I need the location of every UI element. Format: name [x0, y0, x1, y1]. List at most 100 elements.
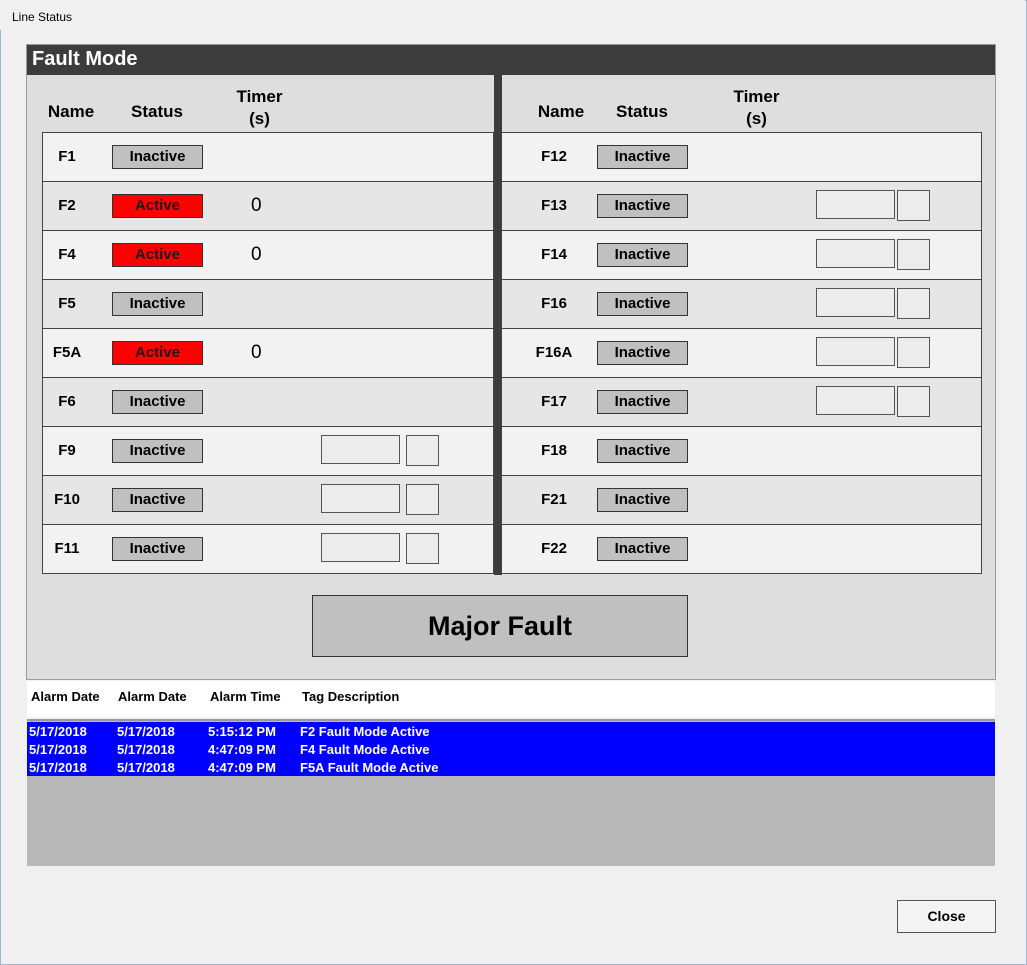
- alarm-cell: F4 Fault Mode Active: [300, 742, 430, 757]
- fault-row: F6 Inactive: [43, 377, 493, 426]
- timer-setpoint-field[interactable]: [816, 239, 895, 268]
- fault-mode-panel: Fault Mode Name Status Timer (s) Name St…: [26, 44, 996, 680]
- fault-row: F11 Inactive: [43, 524, 493, 573]
- fault-name: F2: [58, 197, 76, 214]
- alarm-row[interactable]: 5/17/2018 5/17/2018 5:15:12 PM F2 Fault Mod…: [27, 722, 995, 740]
- title-bar: Line Status: [0, 0, 1025, 30]
- fault-name: F10: [54, 491, 80, 508]
- alarm-cell: 5/17/2018: [117, 724, 175, 739]
- fault-name: F4: [58, 246, 76, 263]
- fault-name: F11: [54, 540, 80, 557]
- timer-unit-field[interactable]: [897, 239, 930, 270]
- timer-unit-field[interactable]: [897, 386, 930, 417]
- fault-row: F10 Inactive: [43, 475, 493, 524]
- column-header: Tag Description: [302, 689, 400, 704]
- fault-name: F1: [58, 148, 76, 165]
- fault-status-indicator: Inactive: [112, 390, 203, 414]
- timer-label: Timer: [236, 87, 283, 106]
- fault-name: F22: [541, 540, 567, 557]
- alarm-cell: 5:15:12 PM: [208, 724, 276, 739]
- fault-status-indicator: Inactive: [597, 145, 688, 169]
- panel-title: Fault Mode: [32, 48, 138, 70]
- right-header-name: Name: [537, 102, 585, 121]
- fault-name: F21: [541, 491, 567, 508]
- fault-status-indicator: Inactive: [112, 439, 203, 463]
- fault-status-indicator: Inactive: [597, 439, 688, 463]
- fault-row: F5 Inactive: [43, 279, 493, 328]
- alarm-cell: 5/17/2018: [29, 760, 87, 775]
- timer-setpoint-field[interactable]: [816, 337, 895, 366]
- timer-label: Timer: [733, 87, 780, 106]
- timer-unit-field[interactable]: [897, 190, 930, 221]
- alarm-row[interactable]: 5/17/2018 5/17/2018 4:47:09 PM F5A Fault Mo…: [27, 758, 995, 776]
- fault-name: F9: [58, 442, 76, 459]
- timer-unit-field[interactable]: [406, 533, 439, 564]
- left-header-name: Name: [47, 102, 95, 121]
- alarm-cell: 4:47:09 PM: [208, 742, 276, 757]
- fault-name: F12: [541, 148, 567, 165]
- column-header: Alarm Time: [210, 689, 281, 704]
- alarm-list[interactable]: 5/17/2018 5/17/2018 5:15:12 PM F2 Fault Mod…: [27, 719, 995, 866]
- fault-status-indicator: Inactive: [597, 341, 688, 365]
- fault-status-indicator: Inactive: [597, 292, 688, 316]
- fault-row: F1 Inactive: [43, 132, 493, 181]
- timer-setpoint-field[interactable]: [321, 435, 400, 464]
- fault-status-indicator: Active: [112, 243, 203, 267]
- left-header-timer: Timer (s): [227, 86, 292, 130]
- timer-unit-field[interactable]: [406, 484, 439, 515]
- alarm-cell: F5A Fault Mode Active: [300, 760, 439, 775]
- timer-setpoint-field[interactable]: [816, 386, 895, 415]
- timer-unit: (s): [249, 109, 270, 128]
- alarm-cell: 5/17/2018: [29, 724, 87, 739]
- fault-timer-value: 0: [251, 342, 262, 363]
- fault-row: F14 Inactive: [502, 230, 981, 279]
- fault-name: F18: [541, 442, 567, 459]
- alarm-cell: 5/17/2018: [29, 742, 87, 757]
- alarm-table-header: Alarm Date Alarm Date Alarm Time Tag Des…: [27, 681, 995, 717]
- fault-row: F9 Inactive: [43, 426, 493, 475]
- timer-setpoint-field[interactable]: [816, 190, 895, 219]
- timer-unit-field[interactable]: [897, 288, 930, 319]
- fault-name: F16: [541, 295, 567, 312]
- fault-name: F5A: [52, 344, 82, 361]
- fault-row: F18 Inactive: [502, 426, 981, 475]
- right-header-timer: Timer (s): [724, 86, 789, 130]
- right-header-status: Status: [616, 102, 668, 121]
- fault-row: F17 Inactive: [502, 377, 981, 426]
- fault-row: F12 Inactive: [502, 132, 981, 181]
- fault-timer-value: 0: [251, 195, 262, 216]
- fault-timer-value: 0: [251, 244, 262, 265]
- fault-name: F13: [541, 197, 567, 214]
- timer-unit-field[interactable]: [406, 435, 439, 466]
- panel-header: Fault Mode: [27, 45, 995, 75]
- fault-status-indicator: Inactive: [597, 488, 688, 512]
- fault-row: F2 Active 0: [43, 181, 493, 230]
- close-button[interactable]: Close: [897, 900, 996, 933]
- major-fault-indicator: Major Fault: [312, 595, 688, 657]
- fault-row: F13 Inactive: [502, 181, 981, 230]
- fault-name: F17: [541, 393, 567, 410]
- alarm-cell: 5/17/2018: [117, 760, 175, 775]
- left-fault-grid: F1 Inactive F2 Active 0 F4 Active 0 F5 Inactive F5…: [42, 132, 494, 574]
- fault-name: F14: [541, 246, 567, 263]
- fault-row: F22 Inactive: [502, 524, 981, 573]
- timer-unit: (s): [746, 109, 767, 128]
- fault-row: F16 Inactive: [502, 279, 981, 328]
- timer-setpoint-field[interactable]: [321, 484, 400, 513]
- fault-status-indicator: Active: [112, 194, 203, 218]
- timer-unit-field[interactable]: [897, 337, 930, 368]
- fault-status-indicator: Inactive: [112, 537, 203, 561]
- fault-row: F5A Active 0: [43, 328, 493, 377]
- fault-status-indicator: Inactive: [112, 292, 203, 316]
- column-header: Alarm Date: [118, 689, 187, 704]
- fault-status-indicator: Inactive: [112, 488, 203, 512]
- fault-name: F16A: [535, 344, 573, 361]
- fault-status-indicator: Inactive: [597, 390, 688, 414]
- alarm-row[interactable]: 5/17/2018 5/17/2018 4:47:09 PM F4 Fault Mod…: [27, 740, 995, 758]
- fault-status-indicator: Inactive: [112, 145, 203, 169]
- fault-status-indicator: Inactive: [597, 537, 688, 561]
- fault-row: F21 Inactive: [502, 475, 981, 524]
- timer-setpoint-field[interactable]: [816, 288, 895, 317]
- timer-setpoint-field[interactable]: [321, 533, 400, 562]
- fault-name: F6: [58, 393, 76, 410]
